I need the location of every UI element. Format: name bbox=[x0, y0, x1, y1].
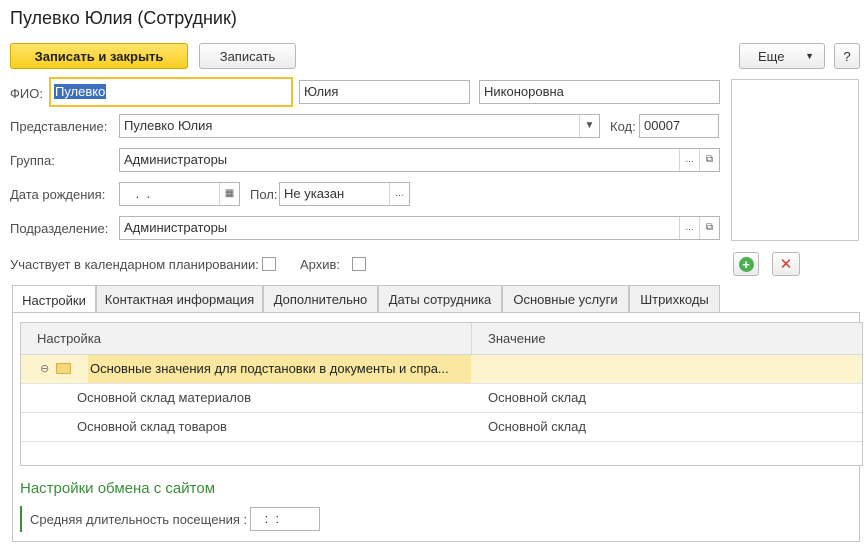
representation-field[interactable]: Пулевко Юлия ▼ bbox=[119, 114, 600, 138]
fio-label: ФИО: bbox=[10, 86, 43, 101]
department-value: Администраторы bbox=[124, 220, 228, 235]
birthdate-label: Дата рождения: bbox=[10, 187, 106, 202]
section-accent-bar bbox=[20, 506, 22, 532]
add-photo-icon: + bbox=[738, 256, 754, 272]
window-title: Пулевко Юлия (Сотрудник) bbox=[10, 8, 237, 28]
help-button[interactable]: ? bbox=[834, 43, 860, 69]
last-name-field[interactable]: Пулевко bbox=[49, 77, 293, 107]
tab-additional[interactable]: Дополнительно bbox=[263, 285, 378, 313]
table-cell-setting: Основной склад товаров bbox=[77, 419, 227, 434]
collapse-minus-icon[interactable]: ⊖ bbox=[40, 355, 49, 383]
save-and-close-button[interactable]: Записать и закрыть bbox=[10, 43, 188, 69]
last-name-value: Пулевко bbox=[54, 84, 107, 99]
avg-visit-label: Средняя длительность посещения : bbox=[30, 512, 248, 527]
add-photo-button[interactable]: + bbox=[733, 252, 759, 276]
tab-main-services[interactable]: Основные услуги bbox=[502, 285, 629, 313]
table-header: Настройка Значение bbox=[21, 323, 862, 355]
dropdown-arrow-icon: ▼ bbox=[805, 51, 814, 61]
calendar-planning-checkbox[interactable] bbox=[262, 257, 276, 271]
avg-visit-field[interactable]: : : bbox=[250, 507, 320, 531]
tab-barcodes[interactable]: Штрихкоды bbox=[629, 285, 720, 313]
settings-table[interactable]: Настройка Значение ⊖ Основные значения д… bbox=[20, 322, 863, 466]
tab-contact-info[interactable]: Контактная информация bbox=[96, 285, 263, 313]
archive-checkbox[interactable] bbox=[352, 257, 366, 271]
department-field[interactable]: Администраторы ... ⧉ bbox=[119, 216, 720, 240]
site-exchange-heading: Настройки обмена с сайтом bbox=[20, 480, 216, 497]
birthdate-value: . . bbox=[132, 186, 151, 201]
code-label: Код: bbox=[610, 119, 636, 134]
table-row[interactable]: Основной склад товаров Основной склад bbox=[21, 413, 862, 442]
select-ellipsis-icon[interactable]: ... bbox=[389, 183, 409, 205]
middle-name-field[interactable]: Никоноровна bbox=[479, 80, 720, 104]
avg-visit-value: : : bbox=[261, 511, 280, 526]
more-button[interactable]: Еще ▼ bbox=[739, 43, 825, 69]
first-name-field[interactable]: Юлия bbox=[299, 80, 470, 104]
department-label: Подразделение: bbox=[10, 221, 109, 236]
column-header-setting[interactable]: Настройка bbox=[37, 325, 101, 353]
group-label: Группа: bbox=[10, 153, 55, 168]
table-row[interactable]: Основной склад материалов Основной склад bbox=[21, 384, 862, 413]
gender-value: Не указан bbox=[284, 186, 345, 201]
gender-field[interactable]: Не указан ... bbox=[279, 182, 410, 206]
table-group-row[interactable]: ⊖ Основные значения для подстановки в до… bbox=[21, 355, 862, 384]
archive-label: Архив: bbox=[300, 257, 341, 272]
photo-area[interactable] bbox=[731, 79, 859, 241]
calendar-planning-label: Участвует в календарном планировании: bbox=[10, 257, 259, 272]
delete-photo-icon: ✕ bbox=[779, 256, 793, 273]
folder-icon bbox=[56, 363, 71, 374]
table-cell-setting: Основной склад материалов bbox=[77, 390, 252, 405]
representation-label: Представление: bbox=[10, 119, 108, 134]
gender-label: Пол: bbox=[250, 187, 278, 202]
delete-photo-button[interactable]: ✕ bbox=[772, 252, 800, 276]
table-group-label: Основные значения для подстановки в доку… bbox=[90, 361, 449, 376]
representation-value: Пулевко Юлия bbox=[124, 118, 213, 133]
group-field[interactable]: Администраторы ... ⧉ bbox=[119, 148, 720, 172]
select-ellipsis-icon[interactable]: ... bbox=[679, 149, 699, 171]
calendar-icon[interactable]: ▦ bbox=[219, 183, 239, 205]
tab-employee-dates[interactable]: Даты сотрудника bbox=[378, 285, 502, 313]
group-value: Администраторы bbox=[124, 152, 228, 167]
open-form-icon[interactable]: ⧉ bbox=[699, 217, 719, 239]
code-field[interactable]: 00007 bbox=[639, 114, 719, 138]
column-header-value[interactable]: Значение bbox=[488, 325, 546, 353]
more-button-label: Еще bbox=[758, 48, 785, 64]
birthdate-field[interactable]: . . ▦ bbox=[119, 182, 240, 206]
save-button[interactable]: Записать bbox=[199, 43, 296, 69]
table-cell-value: Основной склад bbox=[488, 419, 586, 434]
table-cell-value: Основной склад bbox=[488, 390, 586, 405]
tab-settings[interactable]: Настройки bbox=[12, 285, 96, 314]
dropdown-arrow-icon[interactable]: ▼ bbox=[579, 115, 599, 137]
open-form-icon[interactable]: ⧉ bbox=[699, 149, 719, 171]
select-ellipsis-icon[interactable]: ... bbox=[679, 217, 699, 239]
